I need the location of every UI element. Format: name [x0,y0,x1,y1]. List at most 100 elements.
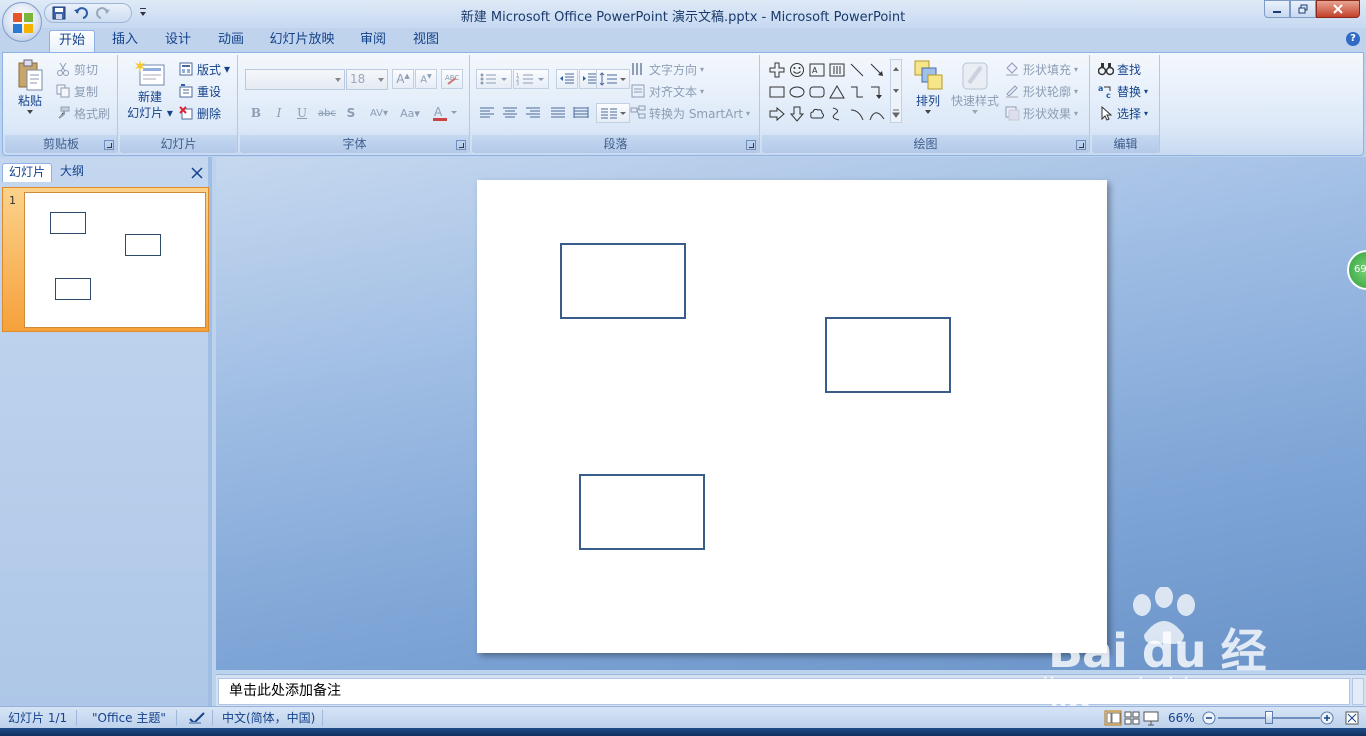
shape-fill-button[interactable]: 形状填充 ▾ [1004,59,1078,79]
tab-slide-show[interactable]: 幻灯片放映 [264,30,340,52]
quick-styles-button[interactable]: 快速样式 [950,59,1000,115]
shrink-font-button[interactable]: A▼ [415,69,437,89]
text-shadow-button[interactable]: S [340,103,362,123]
zoom-slider[interactable] [1218,711,1320,724]
align-center-button[interactable] [499,103,521,123]
notes-scrollbar[interactable] [1352,678,1364,705]
tab-review[interactable]: 审阅 [352,30,394,52]
text-direction-button[interactable]: 文字方向 ▾ [630,59,704,79]
shape-freeform-icon[interactable] [828,105,846,123]
notes-input[interactable]: 单击此处添加备注 [218,678,1350,705]
font-launcher-icon[interactable] [456,140,466,150]
shape-cross-icon[interactable] [768,61,786,79]
slide-canvas[interactable] [477,180,1107,653]
find-button[interactable]: 查找 [1098,59,1141,79]
shape-vertical-textbox-icon[interactable] [828,61,846,79]
shape-arrow-line-icon[interactable] [868,61,886,79]
bold-button[interactable]: B [245,103,267,123]
tab-design[interactable]: 设计 [157,30,199,52]
reset-button[interactable]: 重设 [178,81,221,101]
format-painter-button[interactable]: 格式刷 [55,103,110,123]
shape-outline-button[interactable]: 形状轮廓 ▾ [1004,81,1078,101]
shape-triangle-icon[interactable] [828,83,846,101]
align-text-button[interactable]: 对齐文本 ▾ [630,81,704,101]
rectangle-shape[interactable] [579,474,705,550]
underline-button[interactable]: U [291,103,313,123]
arrange-button[interactable]: 排列 [908,59,948,115]
office-button[interactable] [2,2,42,42]
shape-smiley-icon[interactable] [788,61,806,79]
tab-outline-pane[interactable]: 大纲 [54,163,90,182]
justify-button[interactable] [547,103,569,123]
shape-rounded-rectangle-icon[interactable] [808,83,826,101]
bullets-button[interactable] [476,69,512,89]
paragraph-launcher-icon[interactable] [746,140,756,150]
zoom-level[interactable]: 66% [1168,710,1195,726]
tab-home[interactable]: 开始 [49,30,95,52]
italic-button[interactable]: I [268,103,290,123]
shape-arc-icon[interactable] [848,105,866,123]
copy-button[interactable]: 复制 [55,81,98,101]
tab-animations[interactable]: 动画 [210,30,252,52]
tab-view[interactable]: 视图 [405,30,447,52]
cut-button[interactable]: 剪切 [55,59,98,79]
zoom-out-icon[interactable] [1202,710,1216,726]
close-pane-icon[interactable] [190,166,204,180]
change-case-button[interactable]: Aa▾ [396,103,424,123]
font-name-combo[interactable] [245,69,345,90]
status-language[interactable]: 中文(简体，中国) [222,710,315,726]
shape-rectangle-icon[interactable] [768,83,786,101]
shape-down-arrow-icon[interactable] [788,105,806,123]
minimize-button[interactable] [1264,0,1290,18]
clear-formatting-button[interactable]: ABC [441,69,463,89]
shapes-gallery-scroll[interactable] [890,59,902,123]
shape-oval-icon[interactable] [788,83,806,101]
grow-font-button[interactable]: A▲ [392,69,414,89]
layout-button[interactable]: 版式 ▾ [178,59,230,79]
drawing-launcher-icon[interactable] [1076,140,1086,150]
columns-button[interactable] [596,103,630,123]
tab-slides-pane[interactable]: 幻灯片 [2,163,53,182]
strikethrough-button[interactable]: abc [316,103,338,123]
decrease-indent-button[interactable] [556,69,578,89]
character-spacing-button[interactable]: AV▾ [365,103,393,123]
rectangle-shape[interactable] [560,243,686,319]
shape-elbow-connector-icon[interactable] [848,83,866,101]
shape-effects-button[interactable]: 形状效果 ▾ [1004,103,1078,123]
delete-slide-button[interactable]: 删除 [178,103,221,123]
slide-thumbnail[interactable] [24,192,206,328]
zoom-in-icon[interactable] [1320,710,1334,726]
font-size-combo[interactable]: 18 [346,69,388,90]
slide-sorter-view-icon[interactable] [1124,710,1140,726]
rectangle-shape[interactable] [825,317,951,393]
font-color-button[interactable]: A [430,103,460,123]
select-button[interactable]: 选择 ▾ [1098,103,1148,123]
distributed-button[interactable] [570,103,592,123]
shape-textbox-icon[interactable]: A [808,61,826,79]
normal-view-icon[interactable] [1104,710,1122,726]
zoom-slider-thumb[interactable] [1265,711,1273,724]
new-slide-button[interactable]: 新建 幻灯片 ▾ [124,59,176,121]
align-left-button[interactable] [476,103,498,123]
numbering-button[interactable]: 123 [513,69,549,89]
paste-button[interactable]: 粘贴 [11,59,49,115]
shape-curve-icon[interactable] [868,105,886,123]
replace-button[interactable]: ac 替换 ▾ [1098,81,1148,101]
slide-show-view-icon[interactable] [1143,710,1159,726]
shape-line-icon[interactable] [848,61,866,79]
status-theme[interactable]: "Office 主题" [92,710,166,726]
clipboard-launcher-icon[interactable] [104,140,114,150]
align-right-button[interactable] [522,103,544,123]
shape-cloud-icon[interactable] [808,105,826,123]
shape-right-arrow-icon[interactable] [768,105,786,123]
restore-button[interactable] [1290,0,1316,18]
help-icon[interactable]: ? [1346,32,1360,46]
slide-thumbnail-item[interactable]: 1 [2,187,209,332]
fit-to-window-icon[interactable] [1344,710,1360,726]
close-button[interactable] [1316,0,1360,18]
tab-insert[interactable]: 插入 [104,30,146,52]
spell-check-icon[interactable] [188,710,206,726]
floating-badge[interactable]: 69 [1347,250,1366,290]
line-spacing-button[interactable] [596,69,630,89]
shape-elbow-arrow-icon[interactable] [868,83,886,101]
